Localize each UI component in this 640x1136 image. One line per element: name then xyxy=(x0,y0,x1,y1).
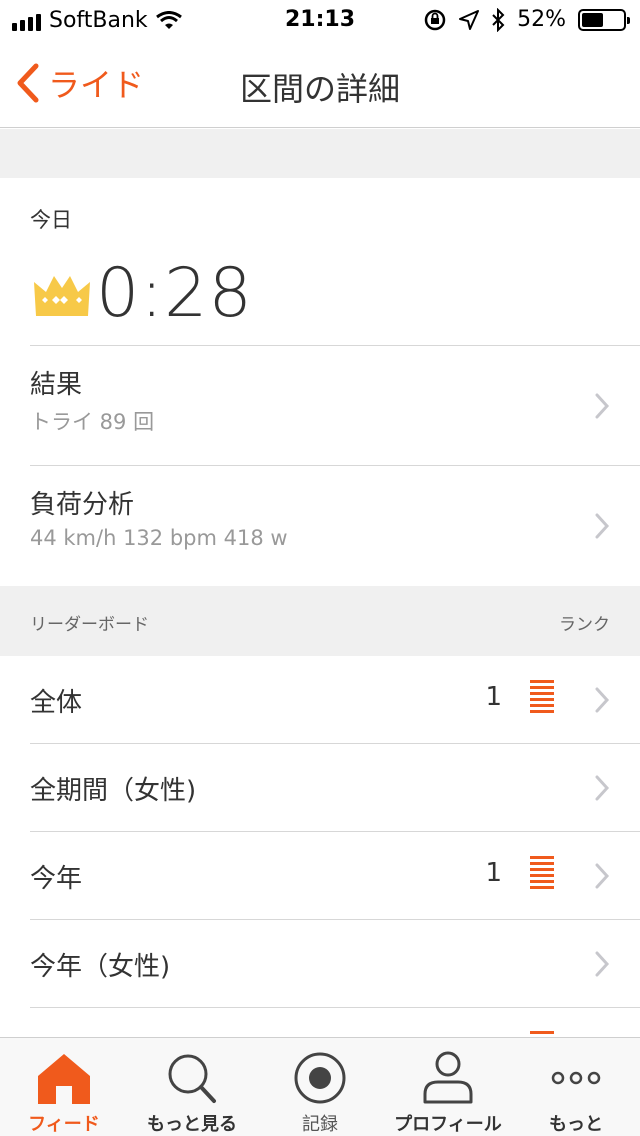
tab-label: 記録 xyxy=(302,1114,338,1135)
results-subtitle: トライ 89 回 xyxy=(30,410,155,434)
battery-percent: 52% xyxy=(517,7,566,32)
tab-label: もっと xyxy=(549,1114,603,1135)
rank-bars-icon xyxy=(530,856,554,896)
leaderboard-header: リーダーボード ランク xyxy=(0,586,640,656)
results-title: 結果 xyxy=(30,370,83,400)
orientation-lock-icon xyxy=(424,9,446,30)
chevron-right-icon xyxy=(595,687,610,713)
battery-icon xyxy=(578,8,630,31)
chevron-right-icon xyxy=(595,951,610,977)
header-spacer xyxy=(0,129,640,178)
page-title: 区間の詳細 xyxy=(239,70,400,108)
tab-more[interactable]: もっと xyxy=(512,1038,640,1136)
tab-label: プロフィール xyxy=(394,1114,502,1135)
chevron-right-icon xyxy=(595,513,610,539)
tab-feed[interactable]: フィード xyxy=(0,1038,128,1136)
chevron-right-icon xyxy=(595,863,610,889)
leaderboard-row-label: 全期間（女性) xyxy=(30,776,197,806)
tab-record[interactable]: 記録 xyxy=(256,1038,384,1136)
tab-label: もっと見る xyxy=(147,1114,237,1135)
search-icon xyxy=(168,1054,216,1103)
record-icon xyxy=(294,1052,346,1104)
rank-header: ランク xyxy=(559,615,610,635)
analysis-subtitle: 44 km/h 132 bpm 418 w xyxy=(30,526,288,550)
tab-profile[interactable]: プロフィール xyxy=(384,1038,512,1136)
status-right: 52% xyxy=(423,7,630,32)
rank-bars-icon xyxy=(530,680,554,720)
effort-date: 今日 xyxy=(30,208,72,232)
leaderboard-row-this-year[interactable]: 今年 1 xyxy=(0,832,640,920)
analysis-row[interactable]: 負荷分析 44 km/h 132 bpm 418 w xyxy=(0,466,640,584)
leaderboard-row-overall[interactable]: 全体 1 xyxy=(0,656,640,744)
leaderboard-row-all-time-women[interactable]: 全期間（女性) xyxy=(0,744,640,832)
more-icon xyxy=(551,1071,601,1085)
status-bar: SoftBank 21:13 52% xyxy=(0,0,640,40)
effort-time-row: 0:28 xyxy=(32,256,253,332)
leaderboard-title: リーダーボード xyxy=(30,615,149,635)
analysis-title: 負荷分析 xyxy=(30,490,135,520)
leaderboard-row-label: 今年（女性) xyxy=(30,952,171,982)
results-row[interactable]: 結果 トライ 89 回 xyxy=(0,346,640,464)
leaderboard-row-label: 今年 xyxy=(30,864,83,894)
divider xyxy=(30,1007,640,1008)
leaderboard-row-this-year-women[interactable]: 今年（女性) xyxy=(0,920,640,1008)
navigation-bar: ライド 区間の詳細 xyxy=(0,40,640,128)
battery-fill xyxy=(582,12,603,27)
tab-label: フィード xyxy=(28,1114,100,1135)
tab-bar: フィード もっと見る 記録 プロフィール もっと xyxy=(0,1037,640,1136)
leaderboard-rank: 1 xyxy=(485,858,502,888)
leaderboard-row-label: 全体 xyxy=(30,688,83,718)
chevron-right-icon xyxy=(595,393,610,419)
profile-icon xyxy=(423,1051,473,1104)
location-icon xyxy=(459,9,480,30)
bluetooth-icon xyxy=(492,7,505,32)
home-icon xyxy=(38,1054,90,1104)
leaderboard-rank: 1 xyxy=(485,682,502,712)
crown-icon xyxy=(34,276,90,316)
chevron-right-icon xyxy=(595,775,610,801)
tab-explore[interactable]: もっと見る xyxy=(128,1038,256,1136)
effort-time: 0:28 xyxy=(96,254,253,333)
